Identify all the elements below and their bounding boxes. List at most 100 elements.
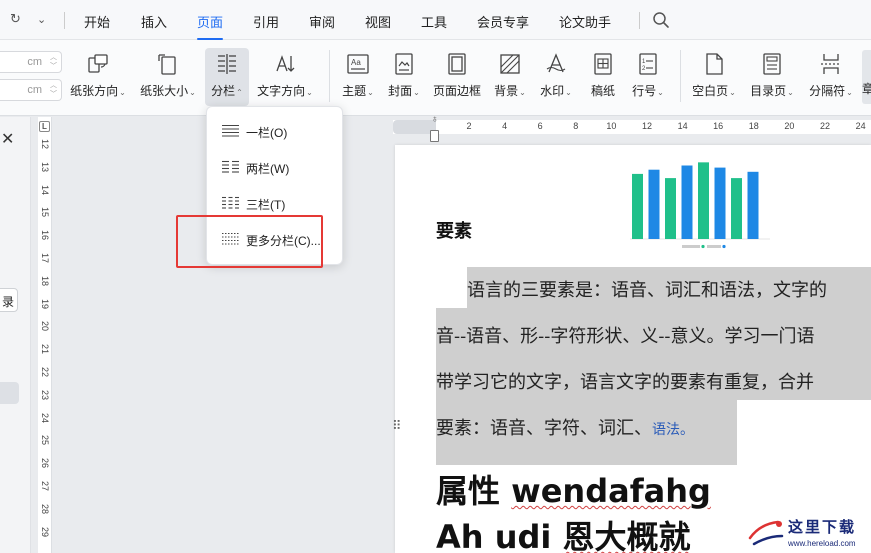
theme-button[interactable]: Aa 主题⌄ [337,48,379,106]
close-icon[interactable]: ✕ [1,129,14,149]
chart-bar [698,162,709,239]
separator-button[interactable]: 分隔符⌄ [803,48,859,106]
tab-home[interactable]: 开始 [84,12,110,31]
ruler-number: 24 [855,121,866,131]
blank-page-button[interactable]: 空白页⌄ [688,48,740,106]
button-label: 纸张大小 [140,84,189,98]
button-label: 目录页 [750,84,787,98]
button-label: 行号 [632,84,657,98]
redo-icon[interactable]: ↻ [10,11,21,27]
embedded-bar-chart[interactable] [630,155,770,251]
ruler-number: 15 [40,207,50,218]
ruler-number: 27 [40,480,50,491]
tab-insert[interactable]: 插入 [141,12,167,31]
section-heading: 要素 [436,221,472,242]
menu-item-label: 一栏(O) [246,126,288,140]
chevron-down-icon: ⌄ [413,88,420,97]
ruler-number: 20 [40,321,50,332]
chevron-down-icon: ⌄ [729,88,736,97]
first-line-indent-marker[interactable]: ♁ [431,114,439,125]
watermark-button[interactable]: 水印⌄ [535,48,577,106]
theme-icon: Aa [347,54,369,74]
ruler-number: 14 [40,184,50,195]
text-direction-button[interactable]: 文字方向⌄ [253,48,317,106]
watermark-logo-icon [748,520,784,546]
menu-separator [64,12,65,29]
search-icon[interactable] [652,11,670,29]
tab-references[interactable]: 引用 [253,12,279,31]
tab-stop-selector[interactable]: L [39,121,50,132]
button-label: 分栏 [211,84,236,98]
margin-spinner-top[interactable]: cm ︿ ﹀ [0,51,62,73]
ruler-number: 28 [40,503,50,514]
ruler-number: 21 [40,344,50,355]
tab-review[interactable]: 审阅 [309,12,335,31]
tab-view[interactable]: 视图 [365,12,391,31]
svg-text:1: 1 [642,59,646,65]
paragraph-text-link-style: 语法。 [652,421,694,437]
chevron-down-icon: ⌄ [787,88,794,97]
button-label: 稿纸 [590,84,615,98]
chevron-down-icon: ⌄ [846,88,853,97]
document-page[interactable]: 要素 语言的三要素是：语音、词汇和语法，文字的 音--语音、形--字符形状、义-… [395,145,871,553]
ruler-number: 16 [713,121,724,131]
ribbon-separator [329,50,330,102]
tab-paper-assistant[interactable]: 论文助手 [559,12,611,31]
ribbon-separator [680,50,681,102]
paragraph-line: 语言的三要素是：语音、词汇和语法，文字的 [467,280,827,301]
columns-button[interactable]: 分栏⌃ [205,48,249,106]
ruler-number: 17 [40,252,50,263]
toc-page-icon [763,53,781,75]
spinner-arrows-icon[interactable]: ︿ ﹀ [50,81,57,99]
cover-page-button[interactable]: 封面⌄ [383,48,425,106]
selected-nav-item[interactable] [0,382,19,404]
chevron-down-icon: ⌄ [367,88,374,97]
menu-item-two-columns[interactable]: 两栏(W) [207,152,342,182]
menu-item-three-columns[interactable]: 三栏(T) [207,188,342,218]
watermark-title: 这里下载 [788,518,857,536]
chevron-down-icon[interactable]: ⌄ [37,13,46,26]
tab-stop-label: L [42,122,47,131]
button-label: 水印 [540,84,565,98]
drag-handle-icon[interactable]: ⠿ [392,418,401,434]
line-numbers-button[interactable]: 1 2 行号⌄ [627,48,669,106]
horizontal-ruler: ♁ 2 4 6 8 10 12 14 16 18 20 22 24 [393,114,871,142]
watermark-icon [546,53,566,73]
tab-tools[interactable]: 工具 [421,12,447,31]
chevron-down-icon: ⌄ [519,88,526,97]
ruler-number: 2 [466,121,472,131]
chevron-down-icon: ⌄ [565,88,572,97]
paragraph-text: 要素：语音、字符、词汇、 [436,418,652,439]
chart-legend-label [707,245,721,248]
page-border-button[interactable]: 页面边框 [429,48,485,106]
svg-text:2: 2 [642,66,646,72]
tab-page[interactable]: 页面 [197,12,224,40]
paragraph-line: 带学习它的文字，语言文字的要素有重复，合并 [436,372,814,393]
cover-page-icon [395,53,413,75]
left-indent-marker[interactable] [430,130,439,142]
ruler-number: 10 [606,121,617,131]
toc-chip[interactable]: 录 [0,288,18,312]
button-label: 主题 [342,84,367,98]
separator-icon [821,54,841,74]
navigation-panel: ✕ 录 [0,117,31,553]
margin-spinner-bottom[interactable]: cm ︿ ﹀ [0,79,62,101]
watermark-url: www.hereload.com [788,539,856,548]
spinner-arrows-icon[interactable]: ︿ ﹀ [50,53,57,71]
menu-item-label: 两栏(W) [246,162,290,176]
ruler-number: 25 [40,435,50,446]
chevron-down-icon: ⌄ [119,88,126,97]
background-button[interactable]: 背景⌄ [489,48,531,106]
button-label: 分隔符 [809,84,846,98]
tab-member[interactable]: 会员专享 [477,12,529,31]
manuscript-paper-button[interactable]: 稿纸 [583,48,623,106]
line-numbers-icon: 1 2 [639,53,657,75]
page-orientation-button[interactable]: 纸张方向⌄ [66,48,130,106]
paper-size-button[interactable]: 纸张大小⌄ [136,48,200,106]
menu-item-one-column[interactable]: 一栏(O) [207,116,342,146]
chart-legend-marker [701,244,705,249]
chapter-button[interactable]: 章 [862,50,871,104]
button-label: 页面边框 [432,84,481,98]
large-text-segment: Ah udi [436,518,563,553]
toc-page-button[interactable]: 目录页⌄ [746,48,798,106]
